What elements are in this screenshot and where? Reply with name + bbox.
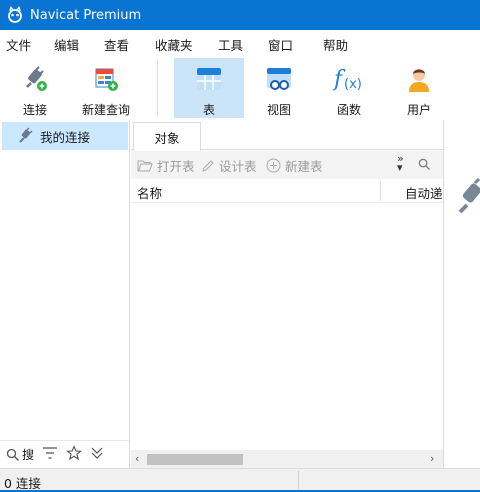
view-icon — [262, 62, 296, 96]
menu-window[interactable]: 窗口 — [268, 35, 293, 54]
scrollbar-thumb[interactable] — [147, 454, 243, 465]
function-label: 函数 — [336, 103, 361, 117]
column-divider[interactable] — [380, 181, 381, 201]
main-toolbar: 连接 新建查询 表 视图 f (x) 函数 用户 — [0, 56, 480, 120]
tab-strip: 对象 — [131, 120, 443, 151]
open-table-label: 打开表 — [157, 159, 195, 174]
column-auto-increment[interactable]: 自动递 — [405, 183, 443, 202]
new-query-label: 新建查询 — [81, 103, 130, 117]
sidebar-search-button[interactable]: 搜 — [6, 446, 34, 463]
design-table-label: 设计表 — [219, 159, 257, 174]
status-separator — [298, 471, 299, 489]
tree-item-label: 我的连接 — [40, 129, 91, 145]
status-bar: 0 连接 — [0, 468, 480, 492]
new-query-icon — [89, 62, 123, 96]
window-title: Navicat Premium — [30, 7, 142, 23]
pencil-icon — [202, 159, 214, 172]
tree-item-my-connections[interactable]: 我的连接 — [2, 122, 128, 150]
menu-tools[interactable]: 工具 — [218, 35, 243, 54]
user-icon — [402, 62, 436, 96]
menu-view[interactable]: 查看 — [104, 35, 129, 54]
object-toolbar: 打开表 设计表 新建表 » ▾ — [131, 151, 443, 179]
connection-plug-icon — [14, 127, 38, 145]
info-plug-icon — [456, 177, 480, 221]
view-label: 视图 — [266, 103, 291, 117]
menu-help[interactable]: 帮助 — [323, 35, 348, 54]
collapse-all-icon[interactable] — [90, 446, 104, 463]
table-button[interactable]: 表 — [174, 58, 244, 118]
folder-open-icon — [137, 160, 153, 171]
search-label: 搜 — [22, 448, 35, 462]
plus-circle-icon — [266, 158, 281, 173]
scroll-left-arrow-icon[interactable]: ‹ — [135, 452, 139, 465]
menu-favorites[interactable]: 收藏夹 — [155, 35, 193, 54]
table-icon — [192, 62, 226, 96]
connect-label: 连接 — [22, 103, 47, 117]
new-query-button[interactable]: 新建查询 — [78, 58, 134, 118]
new-table-button[interactable]: 新建表 — [266, 156, 323, 175]
column-header: 名称 自动递 — [131, 179, 443, 203]
open-table-button[interactable]: 打开表 — [137, 156, 195, 175]
horizontal-scrollbar[interactable]: ‹ › — [131, 450, 443, 468]
view-button[interactable]: 视图 — [250, 58, 308, 118]
user-label: 用户 — [406, 103, 431, 117]
connection-count: 0 连接 — [4, 476, 41, 491]
scroll-right-arrow-icon[interactable]: › — [430, 452, 434, 465]
menu-file[interactable]: 文件 — [6, 35, 31, 54]
object-pane: 对象 打开表 设计表 新建表 » ▾ 名称 自动递 ‹ › — [131, 120, 443, 468]
tab-objects[interactable]: 对象 — [133, 122, 201, 151]
star-icon[interactable] — [65, 445, 83, 464]
object-search-icon[interactable] — [418, 158, 431, 174]
title-bar: Navicat Premium — [0, 0, 480, 30]
navicat-logo-icon — [0, 0, 30, 30]
info-pane — [443, 120, 480, 468]
menu-edit[interactable]: 编辑 — [54, 35, 79, 54]
menu-bar: 文件 编辑 查看 收藏夹 工具 窗口 帮助 — [0, 30, 480, 56]
more-actions-chevron-icon[interactable]: » ▾ — [397, 153, 404, 173]
column-name[interactable]: 名称 — [137, 183, 162, 202]
plug-icon — [18, 62, 52, 96]
connect-button[interactable]: 连接 — [10, 58, 60, 118]
new-table-label: 新建表 — [285, 159, 323, 174]
table-label: 表 — [202, 103, 215, 117]
svg-text:(x): (x) — [344, 77, 362, 92]
search-icon — [6, 448, 19, 461]
connection-sidebar: 我的连接 搜 — [0, 120, 130, 468]
user-button[interactable]: 用户 — [392, 58, 446, 118]
filter-icon[interactable] — [42, 446, 58, 463]
design-table-button[interactable]: 设计表 — [201, 156, 257, 175]
function-icon: f (x) — [332, 62, 366, 96]
toolbar-separator — [157, 60, 158, 116]
sidebar-footer: 搜 — [0, 440, 130, 468]
function-button[interactable]: f (x) 函数 — [322, 58, 376, 118]
